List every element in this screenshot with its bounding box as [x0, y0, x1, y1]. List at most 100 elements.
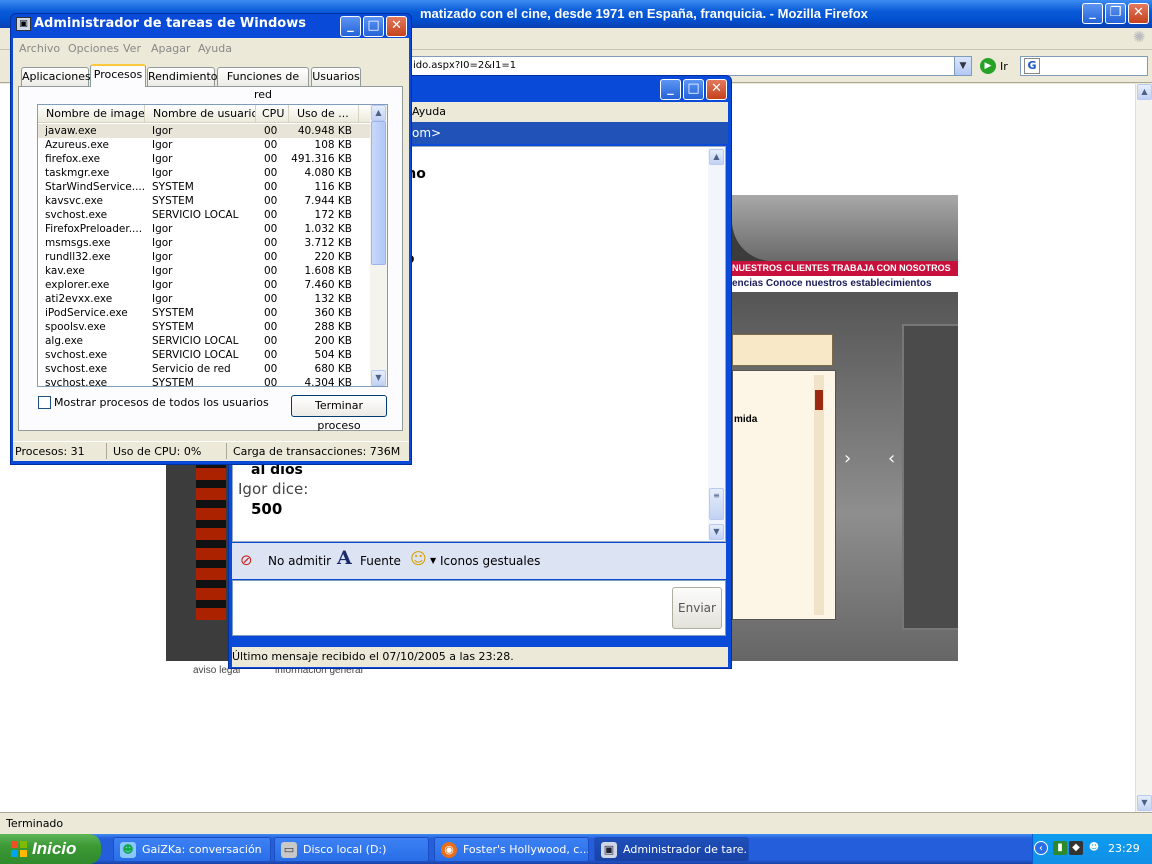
- process-list[interactable]: Nombre de imagen Nombre de usuario CPU U…: [37, 104, 388, 387]
- msn-maximize-button[interactable]: □: [683, 79, 704, 100]
- google-search-icon[interactable]: G: [1024, 58, 1040, 74]
- website-red-nav-text[interactable]: NUESTROS CLIENTES TRABAJA CON NOSOTROS: [732, 263, 951, 273]
- scroll-down-arrow-icon[interactable]: ▼: [709, 524, 724, 540]
- taskmgr-maximize-button[interactable]: □: [363, 16, 384, 37]
- block-button[interactable]: No admitir: [268, 553, 331, 569]
- process-row[interactable]: firefox.exe Igor 00 491.316 KB: [38, 152, 370, 166]
- firefox-close-button[interactable]: ✕: [1128, 3, 1149, 24]
- process-row[interactable]: spoolsv.exe SYSTEM 00 288 KB: [38, 320, 370, 334]
- process-image-name: StarWindService....: [45, 181, 145, 193]
- column-memory[interactable]: Uso de ...: [289, 105, 359, 123]
- drive-icon: ▭: [281, 842, 297, 858]
- msn-status-icon[interactable]: ☻: [1087, 841, 1101, 855]
- process-row[interactable]: FirefoxPreloader.... Igor 00 1.032 KB: [38, 222, 370, 236]
- menu-shutdown[interactable]: Apagar: [151, 42, 191, 55]
- status-cpu-usage: Uso de CPU: 0%: [113, 445, 202, 458]
- clock[interactable]: 23:29: [1108, 842, 1140, 855]
- menu-options[interactable]: Opciones: [68, 42, 119, 55]
- page-vertical-scrollbar[interactable]: ▲ ▼: [1135, 84, 1152, 812]
- process-row[interactable]: taskmgr.exe Igor 00 4.080 KB: [38, 166, 370, 180]
- website-red-nav[interactable]: NUESTROS CLIENTES TRABAJA CON NOSOTROS: [732, 261, 958, 276]
- chevron-right-icon[interactable]: ›: [844, 448, 851, 469]
- tray-app-icon[interactable]: ▮: [1053, 841, 1067, 855]
- msn-message-input[interactable]: [232, 580, 726, 636]
- process-row[interactable]: svchost.exe Servicio de red 00 680 KB: [38, 362, 370, 376]
- process-row[interactable]: svchost.exe SERVICIO LOCAL 00 172 KB: [38, 208, 370, 222]
- taskbar-item-msn[interactable]: ☻ GaiZKa: conversación: [113, 837, 271, 862]
- process-row[interactable]: svchost.exe SYSTEM 00 4.304 KB: [38, 376, 370, 386]
- emoticon-dropdown-icon[interactable]: ▼: [430, 553, 436, 569]
- taskbar-item-local-disk[interactable]: ▭ Disco local (D:): [274, 837, 429, 862]
- menu-file[interactable]: Archivo: [19, 42, 60, 55]
- msn-minimize-button[interactable]: _: [660, 79, 681, 100]
- taskmgr-close-button[interactable]: ✕: [386, 16, 407, 37]
- website-list-scroll-thumb[interactable]: [815, 390, 823, 410]
- msn-history-scrollbar[interactable]: ▲ ≡ ▼: [708, 148, 725, 541]
- website-header-graphic: [732, 195, 958, 261]
- go-button[interactable]: Ir: [1000, 60, 1008, 73]
- menu-help[interactable]: Ayuda: [198, 42, 232, 55]
- process-image-name: msmsgs.exe: [45, 237, 111, 249]
- go-arrow-icon[interactable]: ▶: [980, 58, 996, 74]
- column-user-name[interactable]: Nombre de usuario: [145, 105, 256, 123]
- task-manager-status-bar: Procesos: 31 Uso de CPU: 0% Carga de tra…: [13, 441, 409, 461]
- tab-networking[interactable]: Funciones de red: [217, 67, 309, 101]
- process-row[interactable]: javaw.exe Igor 00 40.948 KB: [38, 124, 370, 138]
- tab-applications[interactable]: Aplicaciones: [21, 67, 91, 86]
- process-row[interactable]: kav.exe Igor 00 1.608 KB: [38, 264, 370, 278]
- send-button[interactable]: Enviar: [672, 587, 722, 629]
- address-history-dropdown[interactable]: ▼: [954, 57, 971, 75]
- tab-users[interactable]: Usuarios: [311, 67, 361, 86]
- address-bar[interactable]: ido.aspx?I0=2&I1=1: [410, 56, 972, 76]
- column-cpu[interactable]: CPU: [256, 105, 289, 123]
- website-list-scrollbar[interactable]: [814, 375, 824, 615]
- process-memory: 1.032 KB: [304, 223, 353, 235]
- scroll-up-arrow-icon[interactable]: ▲: [371, 105, 386, 121]
- website-white-nav-text[interactable]: encias Conoce nuestros establecimientos: [732, 278, 932, 289]
- msn-menu-help[interactable]: Ayuda: [412, 102, 446, 122]
- process-row[interactable]: alg.exe SERVICIO LOCAL 00 200 KB: [38, 334, 370, 348]
- process-cpu: 00: [264, 251, 278, 263]
- emoticons-button[interactable]: Iconos gestuales: [440, 553, 540, 569]
- scroll-down-arrow-icon[interactable]: ▼: [1137, 795, 1152, 811]
- show-all-users-checkbox[interactable]: [38, 396, 51, 409]
- process-row[interactable]: explorer.exe Igor 00 7.460 KB: [38, 278, 370, 292]
- show-all-users-label[interactable]: Mostrar procesos de todos los usuarios: [54, 396, 269, 409]
- block-icon[interactable]: ⊘: [240, 552, 253, 568]
- firefox-restore-button[interactable]: ❐: [1105, 3, 1126, 24]
- end-process-button[interactable]: Terminar proceso: [291, 395, 387, 432]
- column-image-name[interactable]: Nombre de imagen: [38, 105, 145, 123]
- process-user-name: SYSTEM: [152, 181, 194, 193]
- tray-app-icon[interactable]: ◆: [1069, 841, 1083, 855]
- msn-history-scroll-thumb[interactable]: ≡: [709, 488, 724, 520]
- scroll-up-arrow-icon[interactable]: ▲: [1137, 84, 1152, 100]
- taskbar-item-task-manager[interactable]: ▣ Administrador de tare...: [594, 837, 749, 862]
- show-hidden-icons-icon[interactable]: ‹: [1034, 841, 1048, 855]
- start-button-label: Inicio: [32, 839, 77, 858]
- process-row[interactable]: svchost.exe SERVICIO LOCAL 00 504 KB: [38, 348, 370, 362]
- tab-performance[interactable]: Rendimiento: [147, 67, 217, 86]
- process-row[interactable]: ati2evxx.exe Igor 00 132 KB: [38, 292, 370, 306]
- msn-close-button[interactable]: ✕: [706, 79, 727, 100]
- process-row[interactable]: kavsvc.exe SYSTEM 00 7.944 KB: [38, 194, 370, 208]
- process-row[interactable]: msmsgs.exe Igor 00 3.712 KB: [38, 236, 370, 250]
- process-row[interactable]: rundll32.exe Igor 00 220 KB: [38, 250, 370, 264]
- process-row[interactable]: iPodService.exe SYSTEM 00 360 KB: [38, 306, 370, 320]
- firefox-minimize-button[interactable]: _: [1082, 3, 1103, 24]
- smiley-icon[interactable]: ☺: [410, 551, 427, 567]
- scroll-down-arrow-icon[interactable]: ▼: [371, 370, 386, 386]
- tab-processes[interactable]: Procesos: [90, 64, 146, 87]
- process-row[interactable]: Azureus.exe Igor 00 108 KB: [38, 138, 370, 152]
- menu-view[interactable]: Ver: [123, 42, 141, 55]
- process-row[interactable]: StarWindService.... SYSTEM 00 116 KB: [38, 180, 370, 194]
- process-user-name: SYSTEM: [152, 195, 194, 207]
- process-memory: 40.948 KB: [297, 125, 352, 137]
- taskmgr-minimize-button[interactable]: _: [340, 16, 361, 37]
- font-button[interactable]: Fuente: [360, 553, 401, 569]
- chevron-left-icon[interactable]: ‹: [888, 448, 895, 469]
- scroll-up-arrow-icon[interactable]: ▲: [709, 149, 724, 165]
- process-list-scroll-thumb[interactable]: [371, 121, 386, 265]
- font-icon[interactable]: A: [337, 549, 352, 568]
- website-white-nav[interactable]: encias Conoce nuestros establecimientos: [732, 276, 958, 292]
- taskbar-item-firefox[interactable]: ◉ Foster's Hollywood, c...: [434, 837, 589, 862]
